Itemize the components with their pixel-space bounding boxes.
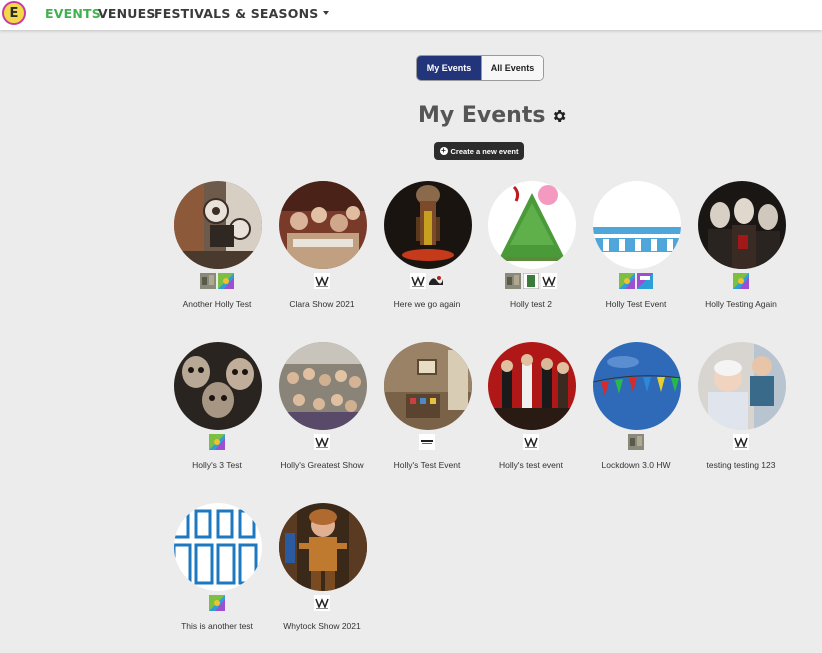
hw-logo-icon: [523, 434, 539, 450]
event-image: [488, 181, 576, 269]
hw-logo-icon: [410, 273, 426, 289]
venue-thumb-icon: [209, 434, 225, 450]
event-title[interactable]: testing testing 123: [669, 460, 813, 470]
my-events-toggle[interactable]: My Events: [417, 56, 481, 80]
event-image: [174, 503, 262, 591]
event-image: [384, 342, 472, 430]
venue-thumb-icon: [628, 434, 644, 450]
all-events-toggle[interactable]: All Events: [481, 56, 543, 80]
event-venues: [270, 434, 374, 452]
page-title-wrapper: My Events: [418, 103, 567, 128]
event-image: [698, 181, 786, 269]
create-event-label: Create a new event: [450, 146, 519, 156]
event-venues: [270, 273, 374, 291]
venue-thumb-icon: [218, 273, 234, 289]
nav-venues-link[interactable]: VENUES: [98, 6, 156, 21]
event-card[interactable]: testing testing 123: [689, 342, 793, 492]
event-title[interactable]: Whytock Show 2021: [250, 621, 394, 631]
venue-thumb-icon: [637, 273, 653, 289]
event-image: [593, 181, 681, 269]
event-venues: [165, 434, 269, 452]
chevron-down-icon: [323, 10, 330, 15]
plus-circle-icon: +: [439, 146, 448, 155]
event-image: [174, 181, 262, 269]
event-venues: [479, 273, 583, 291]
event-image: [698, 342, 786, 430]
event-venues: [375, 434, 479, 452]
venue-thumb-icon: [619, 273, 635, 289]
logo-icon[interactable]: E: [2, 1, 26, 25]
page-title: My Events: [418, 103, 546, 128]
hw-logo-icon: [314, 434, 330, 450]
event-image: [174, 342, 262, 430]
event-venues: [689, 434, 793, 452]
event-venues: [375, 273, 479, 291]
venue-thumb-icon: [209, 595, 225, 611]
event-venues: [689, 273, 793, 291]
event-image: [279, 503, 367, 591]
event-venues: [584, 273, 688, 291]
event-venues: [165, 273, 269, 291]
event-card[interactable]: Holly Testing Again: [689, 181, 793, 331]
event-card[interactable]: Whytock Show 2021: [270, 503, 374, 653]
event-image: [279, 342, 367, 430]
hw-logo-icon: [733, 434, 749, 450]
nav-events-link[interactable]: EVENTS: [45, 6, 101, 21]
venue-thumb-icon: [733, 273, 749, 289]
hw-logo-icon: [314, 595, 330, 611]
event-venues: [270, 595, 374, 613]
event-image: [279, 181, 367, 269]
event-image: [488, 342, 576, 430]
venue-thumb-icon: [523, 273, 539, 289]
event-title[interactable]: Holly Testing Again: [669, 299, 813, 309]
event-venues: [165, 595, 269, 613]
nav-festivals-label: FESTIVALS & SEASONS: [154, 6, 319, 21]
event-image: [384, 181, 472, 269]
event-image: [593, 342, 681, 430]
event-venues: [584, 434, 688, 452]
create-event-button[interactable]: + Create a new event: [434, 142, 524, 160]
hw-logo-icon: [541, 273, 557, 289]
gear-icon[interactable]: [551, 108, 567, 124]
events-filter-toggle: My Events All Events: [416, 55, 544, 81]
top-navbar: E EVENTS VENUES FESTIVALS & SEASONS: [0, 0, 822, 30]
venue-thumb-icon: [505, 273, 521, 289]
event-venues: [479, 434, 583, 452]
venue-thumb-icon: [200, 273, 216, 289]
venue-text-logo-icon: [419, 434, 435, 450]
venue-thumb-icon: [428, 273, 444, 289]
nav-festivals-link[interactable]: FESTIVALS & SEASONS: [154, 6, 330, 21]
hw-logo-icon: [314, 273, 330, 289]
